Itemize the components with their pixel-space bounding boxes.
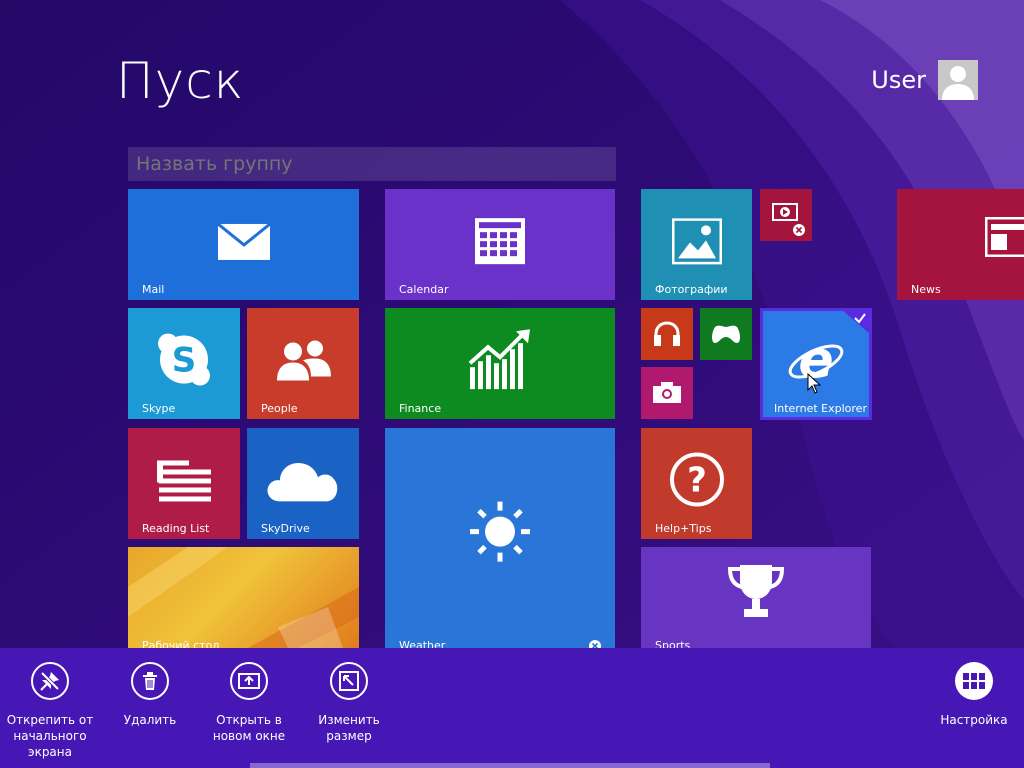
svg-text:S: S <box>172 340 197 380</box>
svg-text:?: ? <box>687 460 707 500</box>
tile-music-small[interactable] <box>641 308 693 360</box>
reading-list-icon <box>157 459 211 501</box>
tile-games-small[interactable] <box>700 308 752 360</box>
tile-finance[interactable]: Finance <box>385 308 615 419</box>
tile-label: News <box>911 283 941 296</box>
trophy-icon <box>727 565 785 617</box>
help-icon: ? <box>669 452 724 507</box>
tile-label: Skype <box>142 402 176 415</box>
resize-icon <box>330 662 368 700</box>
app-bar: Открепить от начального экрана Удалить О… <box>0 648 1024 768</box>
tile-label: Internet Explorer <box>774 402 867 415</box>
tile-camera-small[interactable] <box>641 367 693 419</box>
open-new-window-button[interactable]: Открыть в новом окне <box>199 662 299 744</box>
user-name: User <box>871 66 926 94</box>
tile-label: Рабочий стол <box>142 639 220 648</box>
tile-label: Sports <box>655 639 691 648</box>
camera-icon <box>653 382 681 403</box>
tile-label: People <box>261 402 298 415</box>
close-badge-icon <box>589 640 601 648</box>
finance-chart-icon <box>468 328 530 389</box>
tile-photos[interactable]: Фотографии <box>641 189 752 300</box>
tile-skydrive[interactable]: SkyDrive <box>247 428 359 539</box>
user-icon <box>942 66 974 100</box>
open-new-window-label: Открыть в новом окне <box>212 713 286 743</box>
tile-people[interactable]: People <box>247 308 359 419</box>
tile-sports[interactable]: Sports <box>641 547 871 648</box>
user-account[interactable]: User <box>871 60 978 100</box>
gamepad-icon <box>712 325 740 343</box>
resize-button[interactable]: Изменить размер <box>299 662 399 744</box>
photos-icon <box>671 217 722 264</box>
start-title: Пуск <box>116 52 245 110</box>
cloud-icon <box>267 462 338 501</box>
unpin-button[interactable]: Открепить от начального экрана <box>0 662 100 760</box>
avatar <box>938 60 978 100</box>
new-window-icon <box>230 662 268 700</box>
close-badge-icon <box>793 224 805 236</box>
uninstall-button[interactable]: Удалить <box>100 662 200 728</box>
tile-reading-list[interactable]: Reading List <box>128 428 240 539</box>
tile-label: SkyDrive <box>261 522 310 535</box>
tile-video-small[interactable] <box>760 189 812 241</box>
headphones-icon <box>654 321 680 346</box>
group-name-input[interactable] <box>128 147 616 181</box>
tile-news[interactable]: News <box>897 189 1024 300</box>
tile-label: Mail <box>142 283 165 296</box>
unpin-label: Открепить от начального экрана <box>6 713 94 759</box>
people-icon <box>277 339 331 380</box>
sun-icon <box>470 501 530 562</box>
customize-button[interactable]: Настройка <box>924 662 1024 728</box>
trash-icon <box>131 662 169 700</box>
tile-skype[interactable]: S Skype <box>128 308 240 419</box>
mail-icon <box>216 222 271 260</box>
resize-label: Изменить размер <box>318 713 380 743</box>
tile-label: Calendar <box>399 283 449 296</box>
tile-label: Finance <box>399 402 442 415</box>
horizontal-scrollbar[interactable] <box>250 763 770 768</box>
tile-label: Help+Tips <box>655 522 712 535</box>
selected-check-icon <box>843 311 869 333</box>
tile-mail[interactable]: Mail <box>128 189 359 300</box>
unpin-icon <box>31 662 69 700</box>
uninstall-label: Удалить <box>123 713 177 727</box>
tile-help-tips[interactable]: ? Help+Tips <box>641 428 752 539</box>
tile-internet-explorer[interactable]: e Internet Explorer <box>760 308 872 420</box>
tile-label: Reading List <box>142 522 210 535</box>
tile-desktop[interactable]: Рабочий стол <box>128 547 359 648</box>
tile-label: Weather <box>399 639 446 648</box>
tile-label: Фотографии <box>655 283 728 296</box>
mouse-cursor-icon <box>807 373 821 394</box>
tile-calendar[interactable]: Calendar <box>385 189 615 300</box>
video-icon <box>772 203 798 221</box>
news-icon <box>985 217 1024 257</box>
calendar-icon <box>475 217 525 264</box>
tile-weather[interactable]: Weather <box>385 428 615 648</box>
customize-label: Настройка <box>940 713 1008 727</box>
desktop-wallpaper <box>128 547 359 648</box>
customize-icon <box>955 662 993 700</box>
skype-icon: S <box>158 333 210 386</box>
